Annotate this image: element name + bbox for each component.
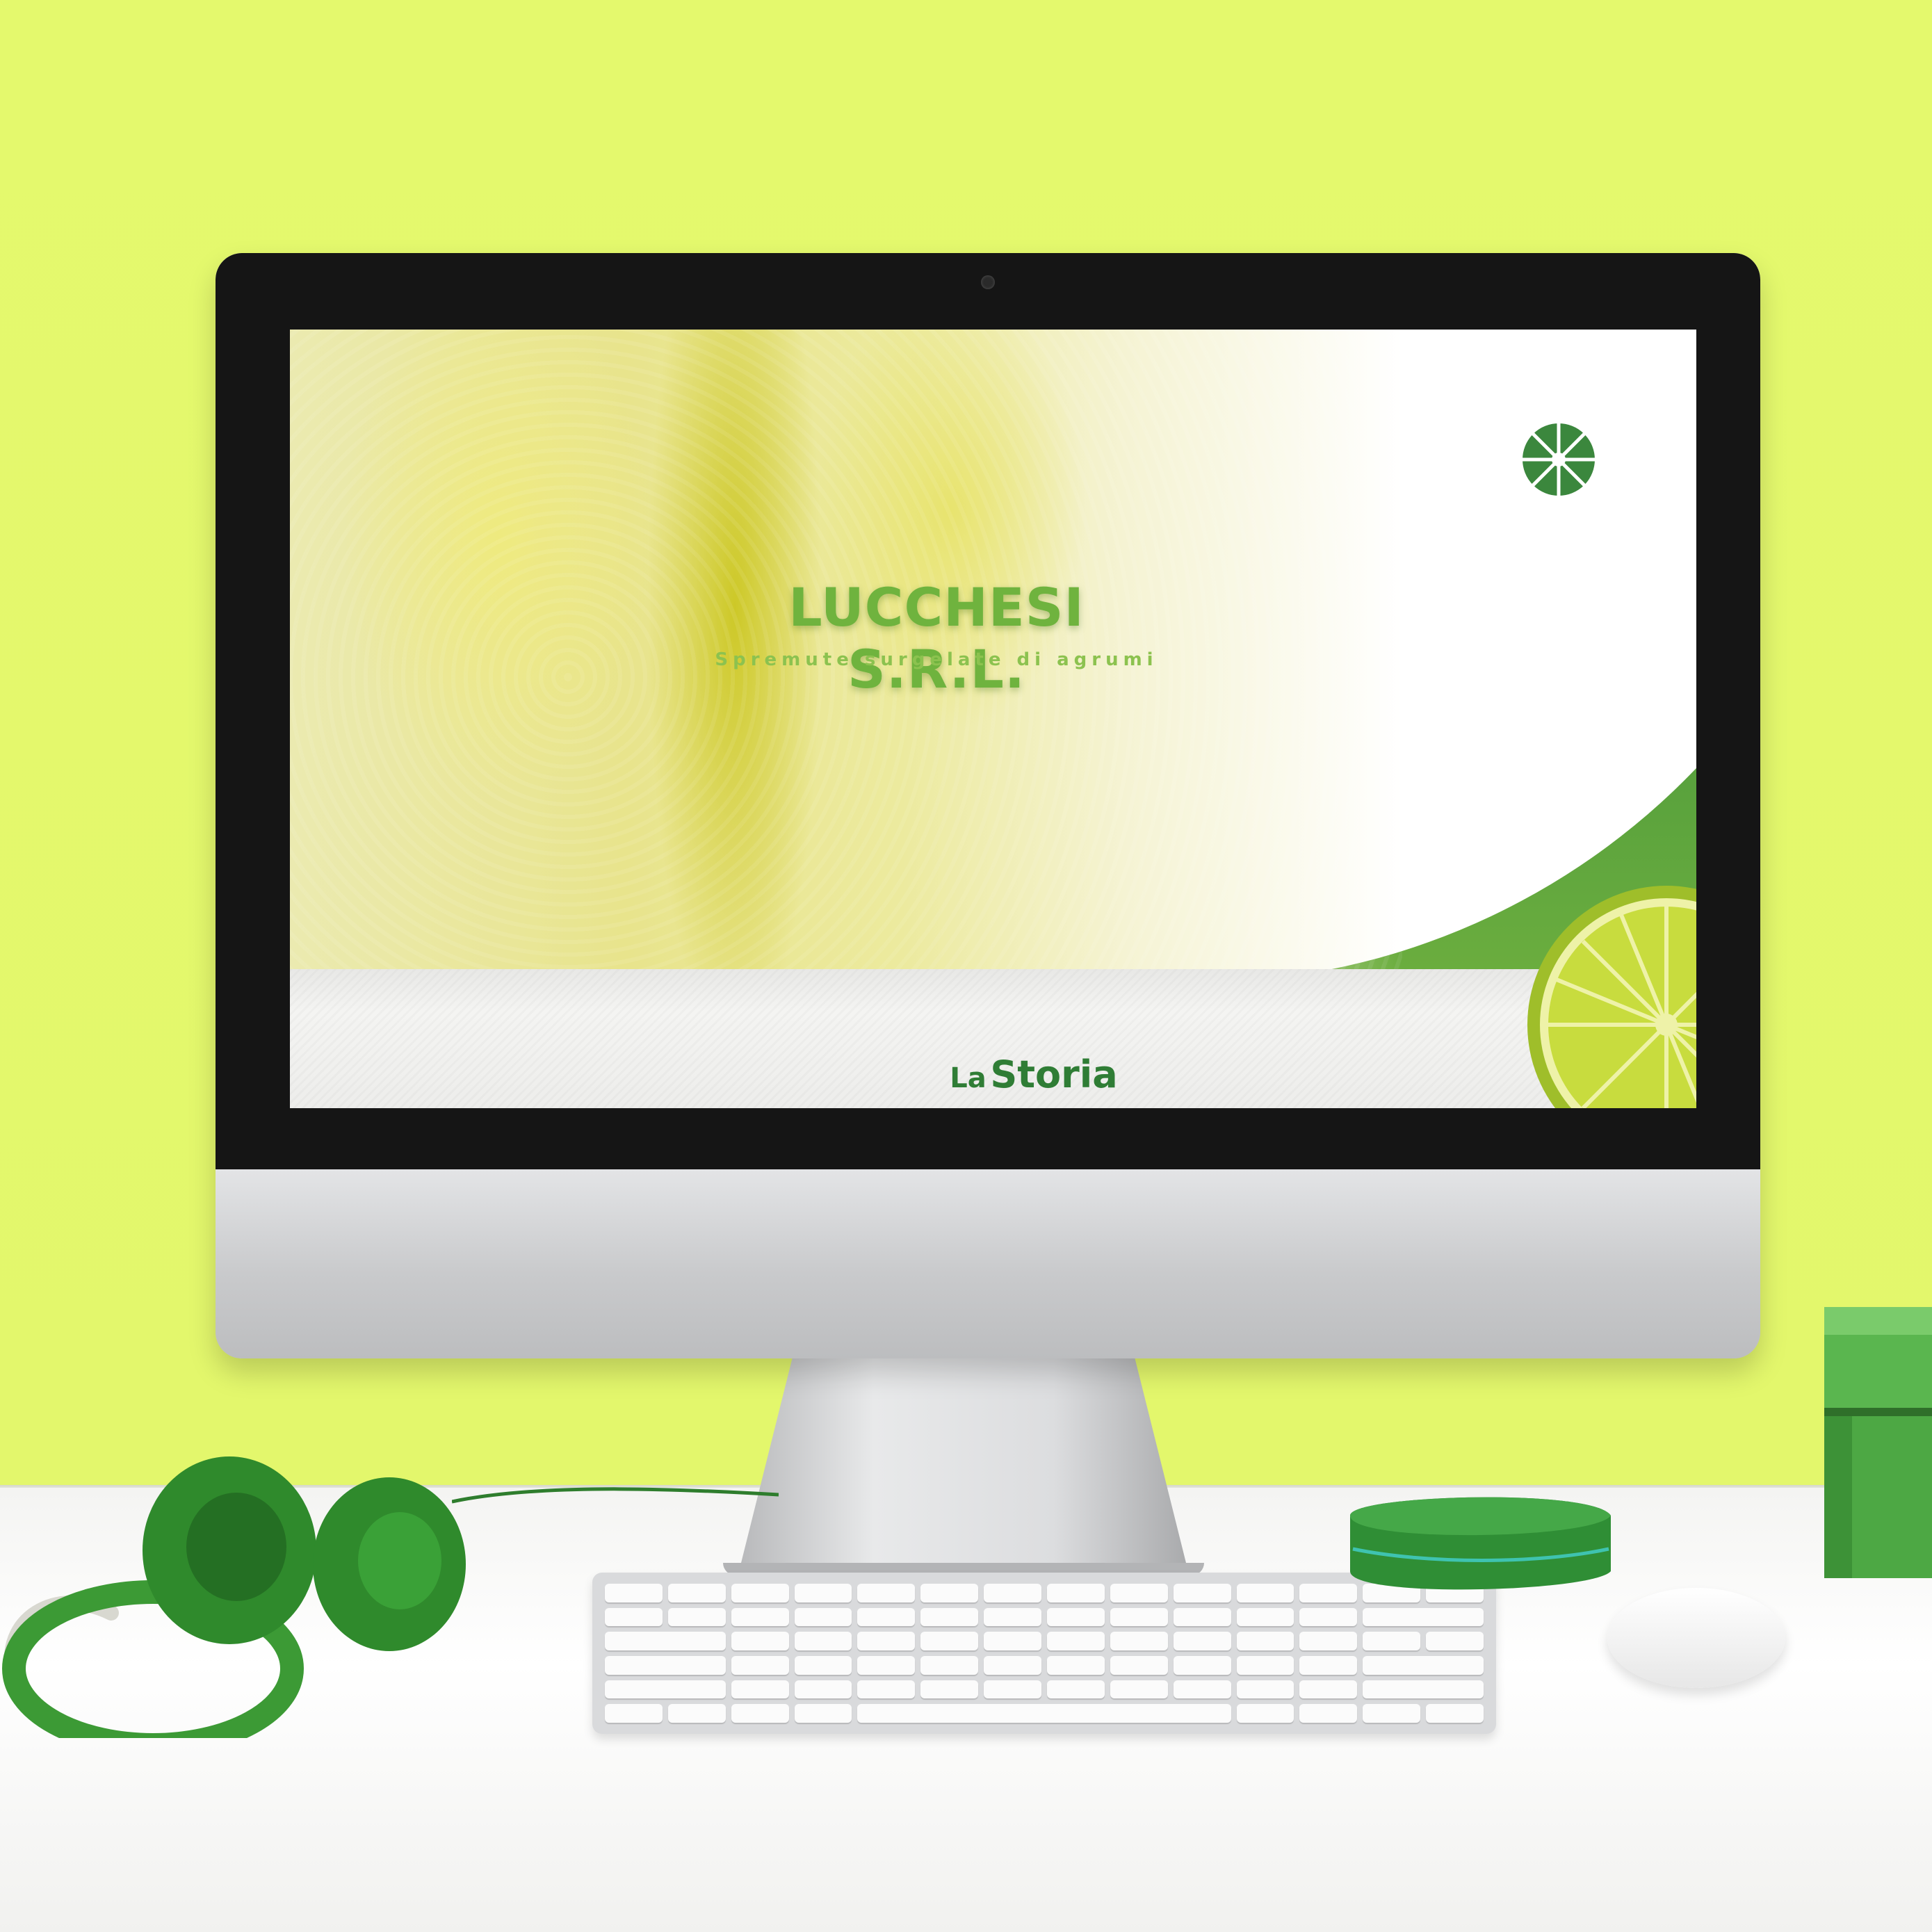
key — [794, 1584, 852, 1602]
key — [920, 1584, 979, 1602]
key — [920, 1680, 979, 1699]
monitor-stand — [739, 1356, 1188, 1571]
key — [731, 1680, 789, 1699]
key — [857, 1680, 916, 1699]
key — [1110, 1655, 1168, 1675]
key — [1173, 1680, 1231, 1699]
key — [1173, 1632, 1231, 1650]
key — [605, 1632, 726, 1650]
key — [794, 1704, 852, 1723]
lime-slice-image — [1527, 886, 1696, 1108]
citrus-slice-logo-icon[interactable] — [1500, 400, 1618, 529]
space-key — [857, 1704, 1231, 1723]
key — [857, 1607, 916, 1627]
website-screen: LUCCHESI S.R.L. Spremute surgelate di ag… — [290, 330, 1696, 1108]
key — [794, 1655, 852, 1675]
key — [1110, 1680, 1168, 1699]
key — [1363, 1680, 1484, 1699]
key — [984, 1655, 1041, 1675]
section-title: Storia — [990, 1053, 1118, 1096]
key — [1236, 1680, 1294, 1699]
key — [605, 1680, 726, 1699]
key — [1236, 1607, 1294, 1627]
key — [920, 1655, 979, 1675]
key — [1110, 1584, 1168, 1602]
key — [1236, 1584, 1294, 1602]
key — [1299, 1607, 1358, 1627]
key — [731, 1607, 789, 1627]
key — [984, 1607, 1041, 1627]
key — [857, 1632, 916, 1650]
key — [794, 1607, 852, 1627]
key — [1173, 1584, 1231, 1602]
key — [605, 1655, 726, 1675]
section-prefix: La — [950, 1062, 987, 1094]
key — [920, 1607, 979, 1627]
key — [731, 1632, 789, 1650]
key — [1236, 1655, 1294, 1675]
monitor-chin — [216, 1169, 1760, 1358]
key — [1110, 1607, 1168, 1627]
headphone-cable — [452, 1487, 779, 1504]
key — [857, 1655, 916, 1675]
key — [1299, 1680, 1358, 1699]
brand-subtitle: Spremute surgelate di agrumi — [715, 649, 1158, 670]
key — [1299, 1704, 1358, 1723]
key — [1046, 1632, 1105, 1650]
key — [1046, 1607, 1105, 1627]
key — [1236, 1632, 1294, 1650]
key — [1426, 1632, 1484, 1650]
section-heading-storia[interactable]: La Storia — [895, 1053, 1173, 1096]
key — [1363, 1704, 1421, 1723]
key — [920, 1632, 979, 1650]
key — [605, 1584, 663, 1602]
key — [731, 1584, 789, 1602]
green-tin-image — [1350, 1497, 1611, 1590]
key — [1363, 1655, 1484, 1675]
green-boxes-image — [1824, 1307, 1932, 1578]
key — [1110, 1632, 1168, 1650]
key — [1046, 1655, 1105, 1675]
key — [667, 1584, 726, 1602]
headphones-image — [2, 1456, 466, 1738]
key — [1173, 1607, 1231, 1627]
key — [857, 1584, 916, 1602]
key — [794, 1680, 852, 1699]
key — [605, 1704, 663, 1723]
key — [731, 1655, 789, 1675]
key — [1363, 1607, 1484, 1627]
key — [1236, 1704, 1294, 1723]
key — [984, 1584, 1041, 1602]
webcam-icon — [981, 275, 995, 289]
key — [1046, 1584, 1105, 1602]
key — [667, 1607, 726, 1627]
key — [1299, 1632, 1358, 1650]
keyboard-keys — [605, 1584, 1484, 1723]
key — [605, 1607, 663, 1627]
key — [731, 1704, 789, 1723]
key — [1046, 1680, 1105, 1699]
key — [1299, 1655, 1358, 1675]
key — [984, 1632, 1041, 1650]
key — [794, 1632, 852, 1650]
key — [1426, 1704, 1484, 1723]
brand-title: LUCCHESI S.R.L. — [788, 576, 1085, 700]
mouse — [1607, 1588, 1785, 1688]
key — [667, 1704, 726, 1723]
key — [1173, 1655, 1231, 1675]
key — [984, 1680, 1041, 1699]
key — [1363, 1632, 1421, 1650]
